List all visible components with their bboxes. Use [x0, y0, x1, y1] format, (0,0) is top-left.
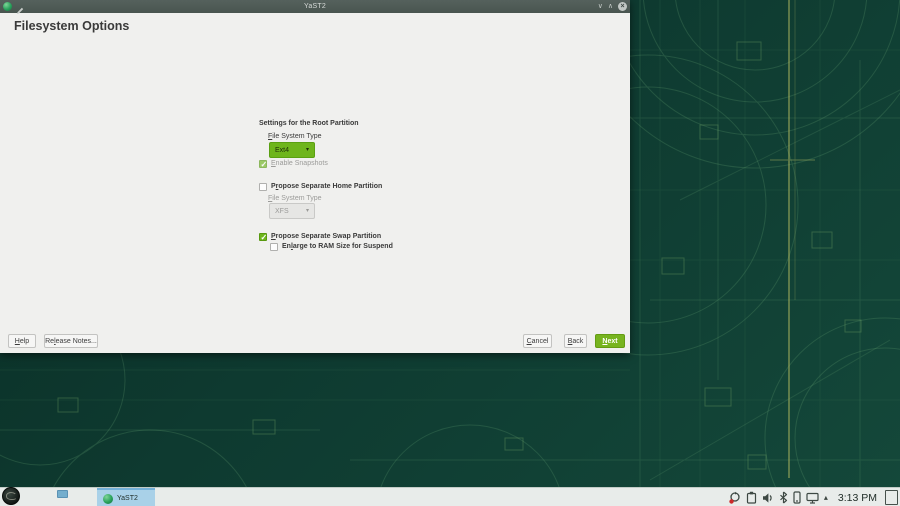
- device-icon[interactable]: [793, 491, 801, 504]
- yast-app-icon: [103, 494, 113, 504]
- bluetooth-icon[interactable]: [779, 491, 788, 504]
- back-button[interactable]: Back: [564, 334, 587, 348]
- maximize-icon[interactable]: ∧: [608, 0, 613, 13]
- enable-snapshots-checkbox: [259, 160, 267, 168]
- page-title: Filesystem Options: [14, 19, 129, 33]
- taskbar-task-yast2[interactable]: YaST2: [97, 488, 155, 506]
- system-tray: ▴ 3:13 PM: [729, 488, 898, 506]
- software-update-icon[interactable]: [729, 491, 741, 504]
- swap-partition-label: Propose Separate Swap Partition: [271, 233, 381, 240]
- display-icon[interactable]: [806, 492, 819, 504]
- application-launcher-button[interactable]: [2, 487, 20, 505]
- enlarge-swap-label: Enlarge to RAM Size for Suspend: [282, 243, 393, 250]
- yast2-window: YaST2 ∨ ∧ × Filesystem Options Settings …: [0, 0, 630, 353]
- enable-snapshots-label: Enable Snapshots: [271, 160, 328, 167]
- release-notes-button[interactable]: Release Notes...: [44, 334, 98, 348]
- show-desktop-button[interactable]: [885, 490, 898, 505]
- next-button[interactable]: Next: [595, 334, 625, 348]
- root-section-label: Settings for the Root Partition: [259, 120, 359, 127]
- expand-tray-icon[interactable]: ▴: [824, 493, 828, 503]
- fs-type-label: File System Type: [268, 133, 322, 140]
- volume-icon[interactable]: [762, 492, 774, 504]
- window-title: YaST2: [0, 3, 630, 10]
- chevron-down-icon: ▾: [306, 147, 309, 153]
- virtual-desktop-pager[interactable]: [57, 490, 68, 498]
- close-icon[interactable]: ×: [618, 2, 627, 11]
- titlebar[interactable]: YaST2 ∨ ∧ ×: [0, 0, 630, 13]
- home-fs-type-label: File System Type: [268, 195, 322, 202]
- task-label: YaST2: [117, 495, 138, 502]
- fs-type-select[interactable]: Ext4 ▾: [269, 142, 315, 158]
- clipboard-icon[interactable]: [746, 491, 757, 504]
- minimize-icon[interactable]: ∨: [598, 0, 603, 13]
- desktop: YaST2 ∨ ∧ × Filesystem Options Settings …: [0, 0, 900, 506]
- swap-partition-checkbox[interactable]: [259, 233, 267, 241]
- home-fs-type-select: XFS ▾: [269, 203, 315, 219]
- help-button[interactable]: Help: [8, 334, 36, 348]
- chevron-down-icon: ▾: [306, 208, 309, 214]
- clock[interactable]: 3:13 PM: [838, 492, 877, 504]
- home-partition-label: Propose Separate Home Partition: [271, 183, 382, 190]
- home-fs-type-value: XFS: [275, 208, 289, 215]
- cancel-button[interactable]: Cancel: [523, 334, 552, 348]
- fs-type-value: Ext4: [275, 147, 289, 154]
- home-partition-checkbox[interactable]: [259, 183, 267, 191]
- enlarge-swap-checkbox[interactable]: [270, 243, 278, 251]
- taskbar: YaST2: [0, 487, 900, 506]
